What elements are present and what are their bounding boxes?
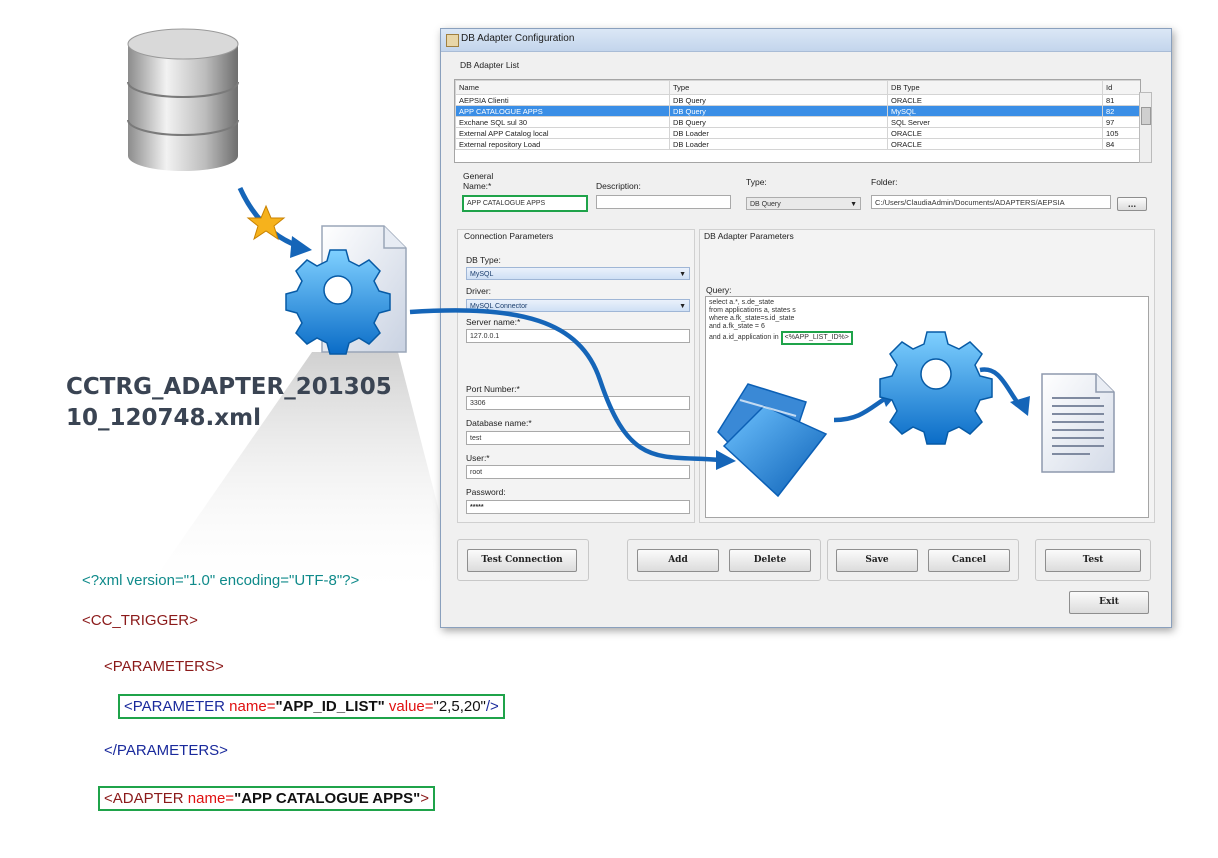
password-field[interactable]: *****: [466, 500, 690, 514]
query-line: from applications a, states s: [709, 307, 796, 314]
cell-name: APP CATALOGUE APPS: [455, 105, 670, 117]
cell-id: 82: [1102, 105, 1140, 117]
browse-button[interactable]: ...: [1117, 197, 1147, 211]
cell-dbtype: ORACLE: [887, 94, 1103, 106]
query-line: and a.fk_state = 6: [709, 323, 765, 330]
xml-declaration: <?xml version="1.0" encoding="UTF-8"?>: [82, 572, 360, 589]
table-row[interactable]: External APP Catalog local DB Loader ORA…: [455, 127, 1140, 139]
query-line: where a.fk_state=s.id_state: [709, 315, 795, 322]
cell-type: DB Loader: [669, 127, 888, 139]
query-editor[interactable]: select a.*, s.de_state from applications…: [705, 296, 1149, 518]
user-field[interactable]: root: [466, 465, 690, 479]
cell-dbtype: SQL Server: [887, 116, 1103, 128]
left-graphics: [127, 28, 440, 600]
port-field[interactable]: 3306: [466, 396, 690, 410]
folder-label: Folder:: [871, 177, 898, 187]
cell-name: AEPSIA Clienti: [455, 94, 670, 106]
port-label: Port Number:*: [466, 384, 520, 394]
cell-id: 97: [1102, 116, 1140, 128]
type-label: Type:: [746, 177, 767, 187]
xml-adapter-line: <ADAPTER name="APP CATALOGUE APPS">: [98, 786, 436, 811]
table-row[interactable]: External repository Load DB Loader ORACL…: [455, 138, 1140, 150]
query-line: select a.*, s.de_state: [709, 299, 774, 306]
database-field[interactable]: test: [466, 431, 690, 445]
col-header-id[interactable]: Id: [1102, 80, 1140, 95]
table-row[interactable]: Exchane SQL sul 30 DB Query SQL Server 9…: [455, 116, 1140, 128]
description-label: Description:: [596, 181, 641, 191]
save-button[interactable]: Save: [836, 549, 918, 572]
cell-type: DB Query: [669, 105, 888, 117]
database-icon: [127, 28, 239, 171]
test-connection-button[interactable]: Test Connection: [467, 549, 577, 572]
cell-id: 81: [1102, 94, 1140, 106]
col-header-name[interactable]: Name: [455, 80, 670, 95]
xml-file-name: CCTRG_ADAPTER_201305 10_120748.xml: [66, 372, 416, 434]
query-label: Query:: [706, 285, 732, 295]
app-icon: [446, 34, 459, 47]
name-label: Name:*: [463, 181, 492, 191]
add-button[interactable]: Add: [637, 549, 719, 572]
col-header-dbtype[interactable]: DB Type: [887, 80, 1103, 95]
folder-field[interactable]: C:/Users/ClaudiaAdmin/Documents/ADAPTERS…: [871, 195, 1111, 209]
xml-parameters-open: <PARAMETERS>: [104, 658, 224, 675]
db-adapter-window: DB Adapter Configuration DB Adapter List…: [440, 28, 1172, 628]
cell-type: DB Query: [669, 94, 888, 106]
chevron-down-icon: ▼: [850, 201, 857, 208]
cell-type: DB Query: [669, 116, 888, 128]
cell-id: 84: [1102, 138, 1140, 150]
cell-id: 105: [1102, 127, 1140, 139]
cell-dbtype: MySQL: [887, 105, 1103, 117]
db-type-select[interactable]: MySQL ▼: [466, 267, 690, 280]
window-title: DB Adapter Configuration: [461, 33, 575, 44]
chevron-down-icon: ▼: [679, 271, 686, 278]
file-name-line2: 10_120748.xml: [66, 405, 261, 431]
table-row[interactable]: AEPSIA Clienti DB Query ORACLE 81: [455, 94, 1140, 106]
connection-label: Connection Parameters: [464, 231, 554, 241]
name-field[interactable]: APP CATALOGUE APPS: [462, 195, 588, 212]
list-scrollbar[interactable]: [1139, 92, 1152, 163]
cell-name: Exchane SQL sul 30: [455, 116, 670, 128]
list-group-label: DB Adapter List: [460, 60, 520, 70]
password-label: Password:: [466, 487, 506, 497]
col-header-type[interactable]: Type: [669, 80, 888, 95]
driver-select[interactable]: MySQL Connector ▼: [466, 299, 690, 312]
db-type-label: DB Type:: [466, 255, 501, 265]
cancel-button[interactable]: Cancel: [928, 549, 1010, 572]
cell-name: External APP Catalog local: [455, 127, 670, 139]
table-row-selected[interactable]: APP CATALOGUE APPS DB Query MySQL 82: [455, 105, 1140, 117]
database-label: Database name:*: [466, 418, 532, 428]
server-label: Server name:*: [466, 317, 521, 327]
xml-parameters-close: </PARAMETERS>: [104, 742, 228, 759]
cell-type: DB Loader: [669, 138, 888, 150]
chevron-down-icon: ▼: [679, 303, 686, 310]
cell-dbtype: ORACLE: [887, 138, 1103, 150]
xml-root-open: <CC_TRIGGER>: [82, 612, 198, 629]
list-header: Name Type DB Type Id: [455, 80, 1140, 95]
exit-button[interactable]: Exit: [1069, 591, 1149, 614]
adapter-params-label: DB Adapter Parameters: [704, 231, 794, 241]
window-titlebar[interactable]: DB Adapter Configuration: [441, 29, 1171, 52]
adapter-list[interactable]: Name Type DB Type Id AEPSIA Clienti DB Q…: [454, 79, 1141, 163]
test-button[interactable]: Test: [1045, 549, 1141, 572]
user-label: User:*: [466, 453, 490, 463]
query-line: and a.id_application in <%APP_LIST_ID%>: [709, 331, 1145, 345]
query-param-highlight: <%APP_LIST_ID%>: [780, 331, 853, 345]
type-select-value: DB Query: [750, 201, 781, 208]
file-name-line1: CCTRG_ADAPTER_201305: [66, 374, 392, 400]
driver-value: MySQL Connector: [470, 303, 528, 310]
cell-dbtype: ORACLE: [887, 127, 1103, 139]
server-field[interactable]: 127.0.0.1: [466, 329, 690, 343]
db-type-value: MySQL: [470, 271, 494, 278]
general-label: General: [463, 171, 494, 181]
xml-parameter-line: <PARAMETER name="APP_ID_LIST" value="2,5…: [118, 694, 505, 719]
cell-name: External repository Load: [455, 138, 670, 150]
delete-button[interactable]: Delete: [729, 549, 811, 572]
type-select[interactable]: DB Query ▼: [746, 197, 861, 210]
driver-label: Driver:: [466, 286, 492, 296]
description-field[interactable]: [596, 195, 731, 209]
